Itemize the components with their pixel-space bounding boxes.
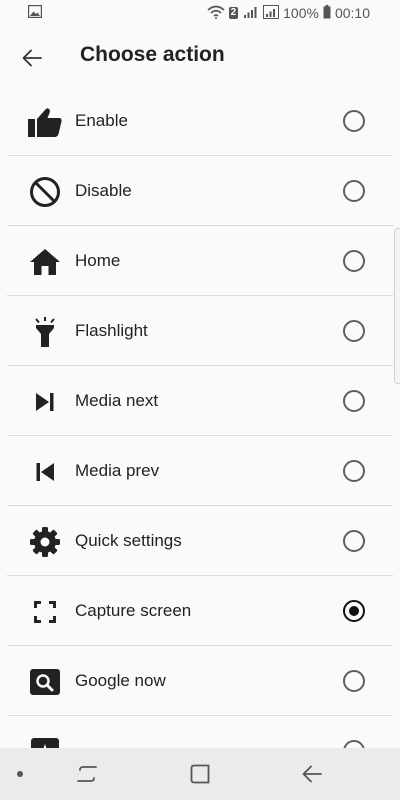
block-icon (27, 175, 63, 209)
status-icons: 2 100% 00:10 (207, 4, 370, 22)
thumbs-up-icon (27, 105, 63, 139)
arrow-back-icon (22, 49, 42, 67)
radio-button[interactable] (343, 180, 365, 202)
list-item-flashlight[interactable]: Flashlight (0, 296, 400, 366)
radio-button[interactable] (343, 110, 365, 132)
list-item-capture-screen[interactable]: Capture screen (0, 576, 400, 646)
skip-next-icon (27, 385, 63, 419)
radio-button[interactable] (343, 320, 365, 342)
recents-button[interactable] (72, 760, 102, 788)
radio-button-checked[interactable] (343, 600, 365, 622)
item-label: Media prev (75, 461, 160, 480)
list-item-media-next[interactable]: Media next (0, 366, 400, 436)
recents-icon (77, 766, 97, 782)
search-icon (27, 665, 63, 699)
back-button[interactable] (12, 38, 52, 78)
home-button[interactable] (185, 760, 215, 788)
radio-button[interactable] (343, 740, 365, 748)
toolbar: Choose action (0, 26, 400, 88)
list-item-enable[interactable]: Enable (0, 86, 400, 156)
sim-slot-badge: 2 (228, 7, 239, 19)
gear-icon (27, 525, 63, 559)
back-arrow-icon (302, 765, 322, 783)
list-item-partial[interactable] (0, 716, 400, 748)
navigation-bar (0, 748, 400, 800)
capture-screen-icon (27, 595, 63, 629)
battery-percent: 100% (283, 5, 319, 21)
gallery-notification-icon (27, 4, 43, 21)
screen: 2 100% 00:10 Choose action Enable Disabl… (0, 0, 400, 800)
list-item-disable[interactable]: Disable (0, 156, 400, 226)
signal-icon (243, 5, 259, 22)
list-item-quick-settings[interactable]: Quick settings (0, 506, 400, 576)
list-item-media-prev[interactable]: Media prev (0, 436, 400, 506)
action-list[interactable]: Enable Disable Home Flashlight Media nex… (0, 86, 400, 748)
radio-button[interactable] (343, 460, 365, 482)
scrollbar[interactable] (394, 228, 400, 384)
page-title: Choose action (80, 43, 225, 66)
signal-icon-2 (263, 4, 280, 22)
assistant-icon (27, 735, 63, 748)
clock: 00:10 (334, 5, 370, 21)
item-label: Media next (75, 391, 159, 410)
home-square-icon (190, 764, 210, 784)
radio-button[interactable] (343, 530, 365, 552)
list-item-google-now[interactable]: Google now (0, 646, 400, 716)
home-icon (27, 245, 63, 279)
battery-icon (323, 4, 331, 22)
nav-dot-icon[interactable] (17, 771, 23, 777)
back-nav-button[interactable] (297, 760, 327, 788)
status-bar: 2 100% 00:10 (0, 0, 400, 26)
flashlight-icon (27, 315, 63, 349)
radio-button[interactable] (343, 250, 365, 272)
radio-button[interactable] (343, 670, 365, 692)
item-label: Quick settings (75, 531, 182, 550)
item-label: Flashlight (75, 321, 148, 340)
item-label: Home (75, 251, 121, 270)
list-item-home[interactable]: Home (0, 226, 400, 296)
item-label: Google now (75, 671, 166, 690)
radio-button[interactable] (343, 390, 365, 412)
item-label: Enable (75, 111, 128, 130)
item-label: Disable (75, 181, 132, 200)
wifi-icon (207, 5, 225, 22)
item-label: Capture screen (75, 601, 192, 620)
skip-previous-icon (27, 455, 63, 489)
